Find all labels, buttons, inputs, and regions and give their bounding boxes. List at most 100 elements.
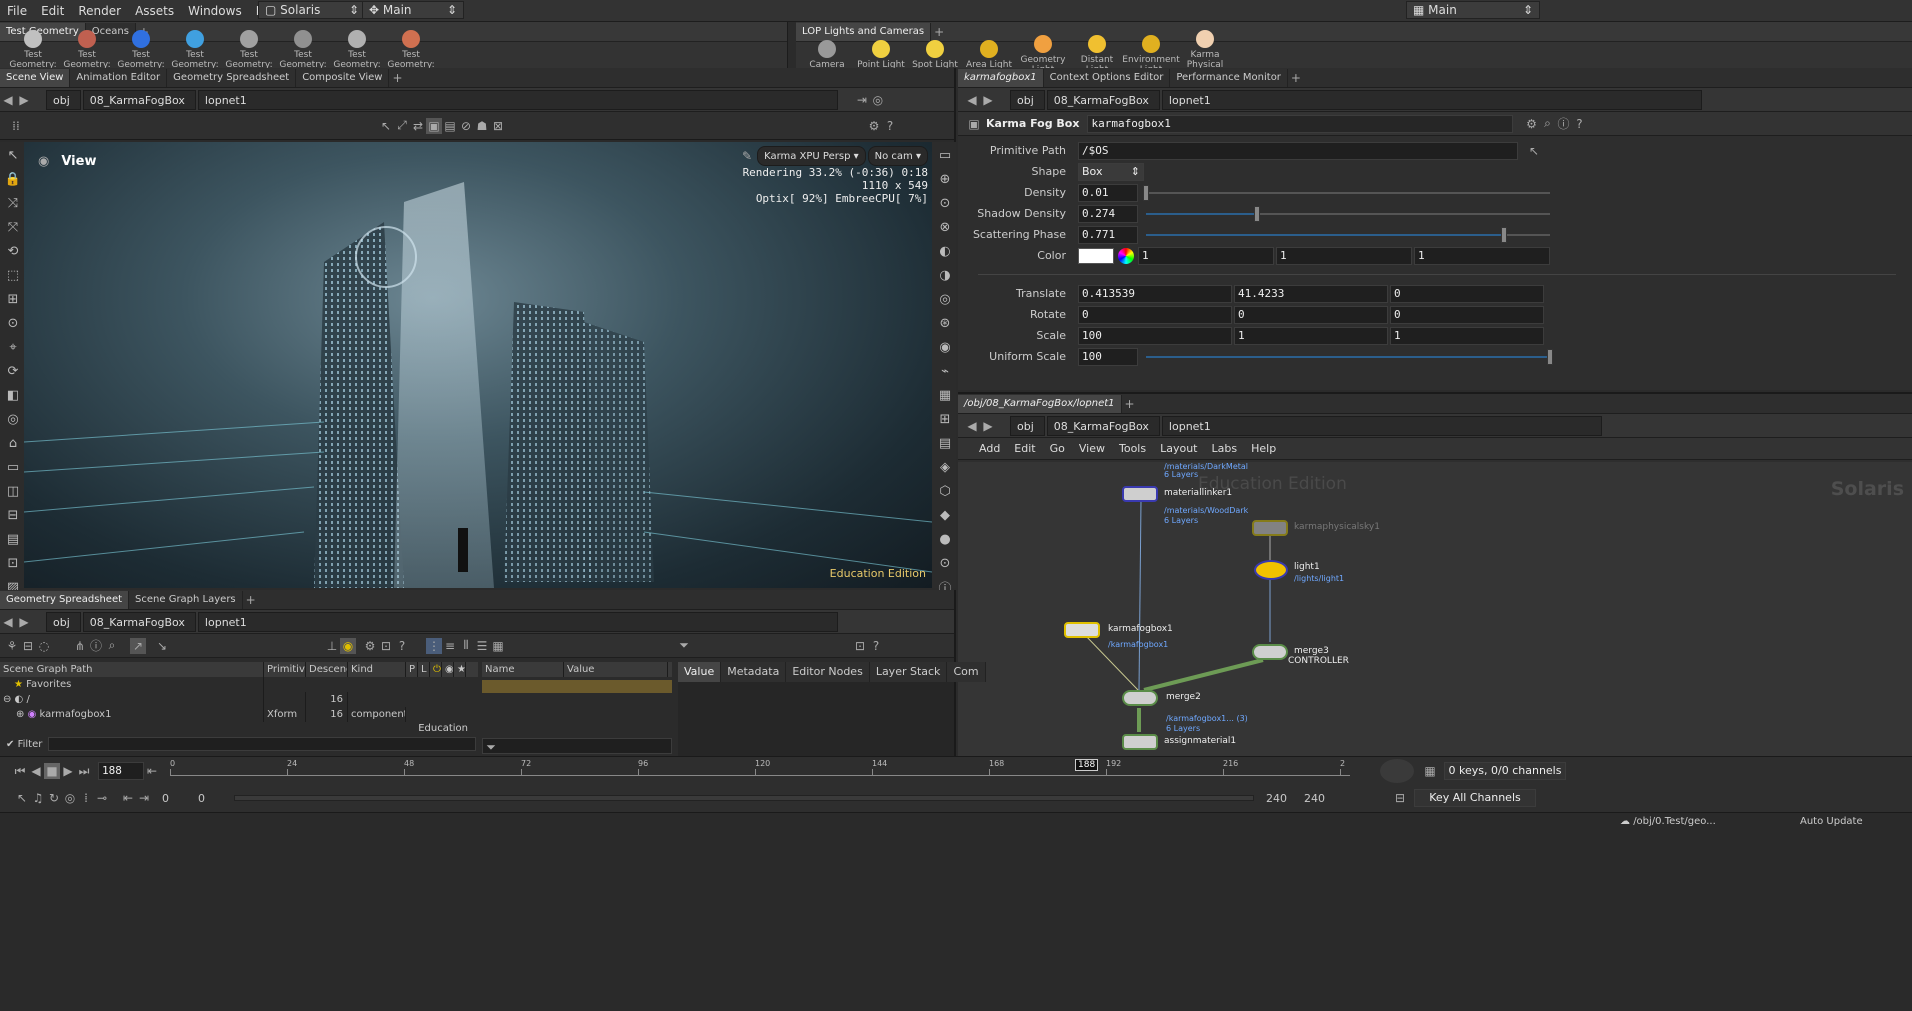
add-tab-icon[interactable]: + bbox=[931, 24, 947, 40]
tab-network[interactable]: /obj/08_KarmaFogBox/lopnet1 bbox=[958, 394, 1122, 413]
rotate-x-field[interactable]: 0 bbox=[1078, 305, 1232, 324]
uniform-scale-slider[interactable] bbox=[1146, 348, 1553, 365]
expand-icon[interactable]: ⊕ bbox=[16, 709, 28, 720]
net-menu-view[interactable]: View bbox=[1072, 438, 1112, 460]
primitive-path-field[interactable]: /$OS bbox=[1078, 141, 1518, 160]
filter-icon[interactable]: ⏷ bbox=[676, 638, 692, 654]
range-slider[interactable] bbox=[234, 795, 1254, 801]
node-karmaphysicalsky[interactable] bbox=[1252, 520, 1288, 536]
shadow-density-slider[interactable] bbox=[1146, 205, 1550, 222]
cursor-icon[interactable]: ↖ bbox=[14, 790, 30, 806]
value-filter-input[interactable]: ⏷ bbox=[482, 738, 672, 754]
net-menu-add[interactable]: Add bbox=[972, 438, 1007, 460]
viewport[interactable]: ◉ View ✎ Karma XPU Persp ▾ No cam ▾ Rende… bbox=[24, 142, 932, 588]
tab-composite-view[interactable]: Composite View bbox=[296, 68, 390, 87]
snapshot-icon[interactable]: ⊠ bbox=[490, 118, 506, 134]
search-icon[interactable]: ⌕ bbox=[104, 638, 120, 654]
net-menu-edit[interactable]: Edit bbox=[1007, 438, 1042, 460]
tool-icon[interactable]: ◧ bbox=[2, 384, 24, 406]
render-view-icon[interactable]: ▣ bbox=[426, 117, 442, 134]
network-canvas[interactable]: Education Edition Solaris /materials/Dar… bbox=[958, 462, 1912, 758]
forward-icon[interactable]: ▶ bbox=[16, 614, 32, 630]
density-handle[interactable] bbox=[1143, 184, 1149, 201]
help-icon[interactable]: ? bbox=[882, 118, 898, 134]
snapshot-icon[interactable]: ⊡ bbox=[852, 638, 868, 654]
display-option-icon[interactable]: ● bbox=[934, 528, 956, 550]
shadow-handle[interactable] bbox=[1253, 205, 1260, 222]
crumb-obj[interactable]: obj bbox=[46, 611, 81, 632]
target-icon[interactable]: ◉ bbox=[340, 637, 356, 654]
col-kind[interactable]: Kind bbox=[348, 662, 406, 677]
display-option-icon[interactable]: ◎ bbox=[934, 288, 956, 310]
display-option-icon[interactable]: ◉ bbox=[934, 336, 956, 358]
shelf-tool[interactable]: Area Light bbox=[962, 40, 1016, 70]
menu-render[interactable]: Render bbox=[71, 0, 128, 22]
loop-icon[interactable]: ↻ bbox=[46, 790, 62, 806]
tab-lop-lights-cameras[interactable]: LOP Lights and Cameras bbox=[796, 22, 932, 41]
tree-row[interactable]: ⊖ ◐ / 16 bbox=[0, 692, 478, 707]
expand-icon[interactable]: ⊖ ◐ bbox=[3, 694, 26, 705]
tool-icon[interactable]: ⊞ bbox=[2, 288, 24, 310]
add-tab-icon[interactable]: + bbox=[1288, 70, 1304, 86]
scale-y-field[interactable]: 1 bbox=[1234, 326, 1388, 345]
start-frame-2[interactable]: 0 bbox=[198, 792, 234, 805]
color-r-field[interactable]: 1 bbox=[1138, 246, 1274, 265]
update-mode[interactable]: Auto Update bbox=[1800, 816, 1863, 827]
add-tab-icon[interactable]: + bbox=[1122, 396, 1138, 412]
display-option-icon[interactable]: ⊞ bbox=[934, 408, 956, 430]
menu-file[interactable]: File bbox=[0, 0, 34, 22]
scale-x-field[interactable]: 100 bbox=[1078, 326, 1232, 345]
grid-dots-icon[interactable]: ⁞⁞ bbox=[8, 118, 24, 134]
select-icon[interactable]: ↖ bbox=[378, 118, 394, 134]
tool-icon[interactable]: ⤨ bbox=[2, 192, 24, 214]
camera-view-icon[interactable]: ▤ bbox=[442, 118, 458, 134]
search-icon[interactable]: ⌕ bbox=[1539, 116, 1555, 132]
hierarchy-icon[interactable]: ⋔ bbox=[72, 638, 88, 654]
pin-icon[interactable]: ⇥ bbox=[854, 92, 870, 108]
tab-scene-view[interactable]: Scene View bbox=[0, 68, 71, 87]
node-light[interactable] bbox=[1254, 560, 1288, 580]
layout-icon[interactable]: ⊥ bbox=[324, 638, 340, 654]
keys-dropdown[interactable]: 0 keys, 0/0 channels bbox=[1444, 762, 1566, 780]
rows-icon[interactable]: ☰ bbox=[474, 638, 490, 654]
net-menu-labs[interactable]: Labs bbox=[1205, 438, 1245, 460]
detail-tab[interactable]: Editor Nodes bbox=[786, 662, 870, 682]
crumb-obj[interactable]: obj bbox=[1010, 89, 1045, 110]
density-slider[interactable] bbox=[1143, 184, 1550, 201]
crumb-network[interactable]: 08_KarmaFogBox bbox=[82, 89, 196, 110]
tool-icon[interactable]: ▭ bbox=[2, 456, 24, 478]
info-icon[interactable]: ⓘ bbox=[1555, 116, 1571, 132]
scatter-handle[interactable] bbox=[1500, 226, 1507, 243]
display-option-icon[interactable]: ⊙ bbox=[934, 192, 956, 214]
stop-icon[interactable]: ■ bbox=[44, 763, 60, 779]
tree-row[interactable]: ⊕ ◉ karmafogbox1 Xform 16 component bbox=[0, 707, 478, 722]
display-option-icon[interactable]: ⊛ bbox=[934, 312, 956, 334]
list-view-icon[interactable]: ≡ bbox=[442, 638, 458, 654]
shelf-tool[interactable]: Spot Light bbox=[908, 40, 962, 70]
help-icon[interactable]: ? bbox=[1571, 116, 1587, 132]
snap-icon[interactable]: ⇄ bbox=[410, 118, 426, 134]
rotate-z-field[interactable]: 0 bbox=[1390, 305, 1544, 324]
net-menu-help[interactable]: Help bbox=[1244, 438, 1283, 460]
end-frame[interactable]: 240 bbox=[1266, 792, 1304, 805]
tool-icon[interactable]: ◎ bbox=[2, 408, 24, 430]
menu-assets[interactable]: Assets bbox=[128, 0, 181, 22]
tab-performance-monitor[interactable]: Performance Monitor bbox=[1170, 68, 1288, 87]
end-frame-2[interactable]: 240 bbox=[1304, 792, 1342, 805]
add-tab-icon[interactable]: + bbox=[243, 592, 259, 608]
table-icon[interactable]: ▦ bbox=[490, 638, 506, 654]
net-menu-tools[interactable]: Tools bbox=[1112, 438, 1153, 460]
filter-input[interactable] bbox=[48, 737, 476, 751]
collapse-icon[interactable]: ⊟ bbox=[20, 638, 36, 654]
tool-icon[interactable]: ⊙ bbox=[2, 312, 24, 334]
display-option-icon[interactable]: ◑ bbox=[934, 264, 956, 286]
display-option-icon[interactable]: ⌁ bbox=[934, 360, 956, 382]
pick-icon[interactable]: ↘ bbox=[154, 638, 170, 654]
translate-x-field[interactable]: 0.413539 bbox=[1078, 284, 1232, 303]
selected-row[interactable] bbox=[482, 680, 672, 693]
node-merge2[interactable] bbox=[1122, 690, 1158, 706]
net-menu-go[interactable]: Go bbox=[1043, 438, 1072, 460]
gear-icon[interactable]: ⚙ bbox=[1523, 116, 1539, 132]
tool-icon[interactable]: ⤧ bbox=[2, 216, 24, 238]
display-option-icon[interactable]: ⬡ bbox=[934, 480, 956, 502]
